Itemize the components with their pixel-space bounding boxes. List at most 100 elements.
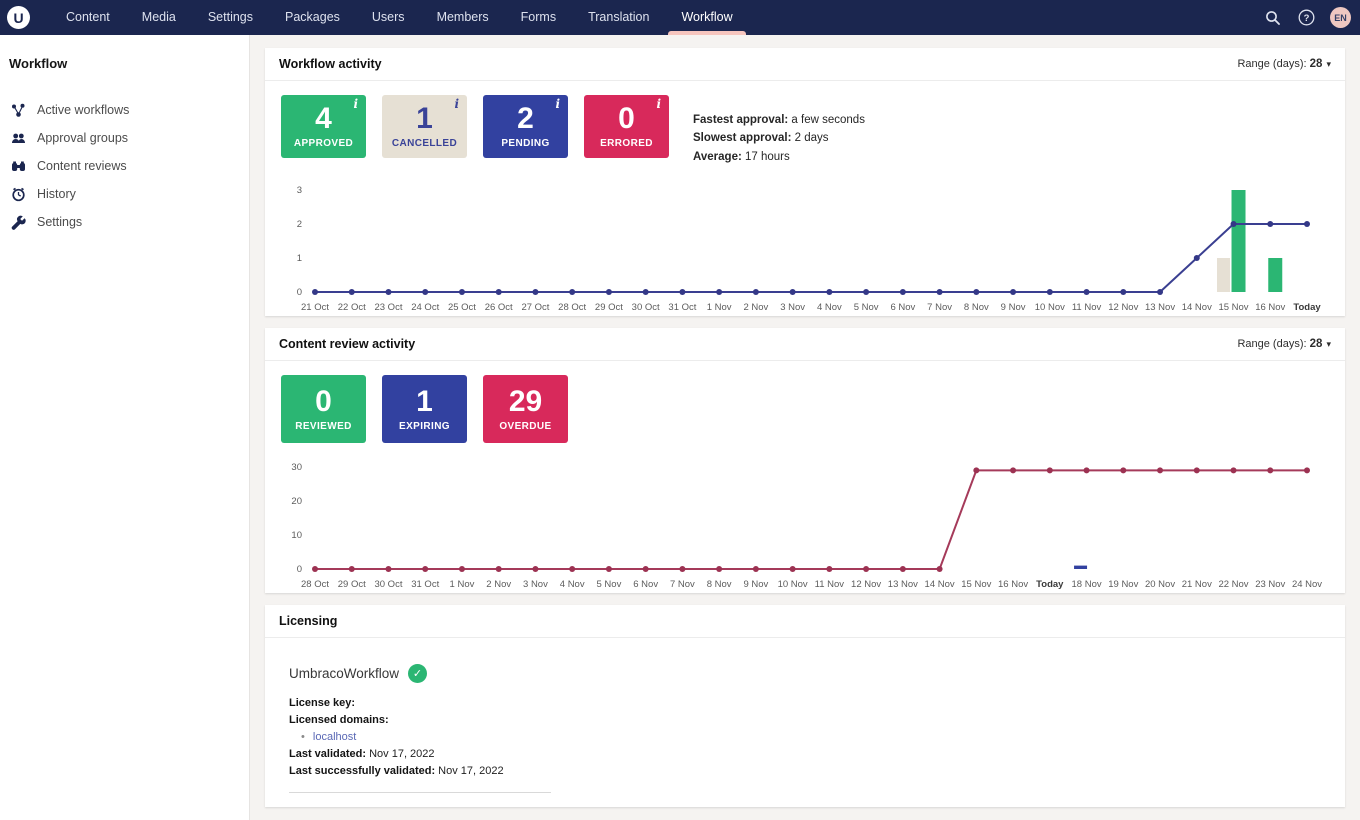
info-icon[interactable]: i (454, 97, 459, 111)
stat-card-cancelled: i 1 CANCELLED (382, 95, 467, 158)
svg-text:28 Oct: 28 Oct (301, 579, 329, 590)
nav-item-users[interactable]: Users (356, 0, 421, 35)
sidebar-items: Active workflows Approval groups Content… (0, 96, 249, 236)
svg-text:26 Oct: 26 Oct (485, 302, 513, 313)
svg-text:5 Nov: 5 Nov (597, 579, 622, 590)
svg-text:3 Nov: 3 Nov (780, 302, 805, 313)
svg-text:13 Nov: 13 Nov (888, 579, 918, 590)
svg-text:30: 30 (291, 462, 302, 473)
svg-text:30 Oct: 30 Oct (632, 302, 660, 313)
nav-item-forms[interactable]: Forms (505, 0, 572, 35)
nav-item-packages[interactable]: Packages (269, 0, 356, 35)
stat-line-fastest: Fastest approval: a few seconds (693, 111, 865, 129)
svg-text:0: 0 (297, 564, 302, 575)
stat-value: 4 (315, 104, 332, 134)
stat-card-overdue: 29 OVERDUE (483, 375, 568, 443)
nav-item-members[interactable]: Members (421, 0, 505, 35)
svg-text:13 Nov: 13 Nov (1145, 302, 1175, 313)
stat-value: 1 (416, 104, 433, 134)
last-validated-line: Last validated: Nov 17, 2022 (289, 748, 1329, 760)
svg-text:21 Nov: 21 Nov (1182, 579, 1212, 590)
svg-text:7 Nov: 7 Nov (927, 302, 952, 313)
svg-text:20: 20 (291, 496, 302, 507)
nav-item-workflow[interactable]: Workflow (665, 0, 748, 35)
umbraco-logo[interactable]: U (7, 6, 30, 29)
range-label: Range (days): (1237, 338, 1306, 350)
info-icon[interactable]: i (353, 97, 358, 111)
svg-text:6 Nov: 6 Nov (633, 579, 658, 590)
sidebar-item-settings[interactable]: Settings (0, 208, 249, 236)
stat-label: ERRORED (600, 138, 653, 149)
nav-items: Content Media Settings Packages Users Me… (50, 0, 749, 35)
sidebar-item-approval-groups[interactable]: Approval groups (0, 124, 249, 152)
info-icon[interactable]: i (656, 97, 661, 111)
top-nav-right: ? EN (1264, 7, 1351, 28)
stat-card-pending: i 2 PENDING (483, 95, 568, 158)
sidebar-item-active-workflows[interactable]: Active workflows (0, 96, 249, 124)
workflow-activity-chart: 012321 Oct22 Oct23 Oct24 Oct25 Oct26 Oct… (265, 182, 1345, 316)
panel-title: Licensing (279, 614, 337, 628)
svg-text:22 Oct: 22 Oct (338, 302, 366, 313)
search-icon[interactable] (1264, 9, 1282, 27)
svg-text:25 Oct: 25 Oct (448, 302, 476, 313)
content-review-header: Content review activity Range (days): 28… (265, 328, 1345, 361)
stat-label: APPROVED (294, 138, 353, 149)
user-avatar[interactable]: EN (1330, 7, 1351, 28)
svg-text:8 Nov: 8 Nov (964, 302, 989, 313)
svg-text:29 Oct: 29 Oct (338, 579, 366, 590)
panel-title: Content review activity (279, 337, 415, 351)
svg-text:1: 1 (297, 253, 302, 264)
svg-text:9 Nov: 9 Nov (743, 579, 768, 590)
divider (289, 792, 551, 793)
svg-text:11 Nov: 11 Nov (1072, 302, 1102, 313)
svg-text:4 Nov: 4 Nov (560, 579, 585, 590)
licensing-body: UmbracoWorkflow ✓ License key: Licensed … (265, 638, 1345, 807)
sidebar-item-history[interactable]: History (0, 180, 249, 208)
sidebar-item-label: History (37, 187, 76, 201)
svg-text:1 Nov: 1 Nov (450, 579, 475, 590)
help-icon[interactable]: ? (1297, 9, 1315, 27)
nav-item-content[interactable]: Content (50, 0, 126, 35)
licensed-domain: localhost (313, 731, 356, 743)
workflow-stat-cards: i 4 APPROVED i 1 CANCELLED i 2 PENDING i… (281, 95, 669, 158)
svg-text:14 Nov: 14 Nov (925, 579, 955, 590)
licensed-domain-item: • localhost (301, 731, 1329, 743)
svg-text:24 Nov: 24 Nov (1292, 579, 1322, 590)
stat-value: 0 (618, 104, 635, 134)
alarm-clock-icon (10, 186, 26, 202)
svg-text:8 Nov: 8 Nov (707, 579, 732, 590)
sidebar-item-label: Active workflows (37, 103, 129, 117)
stat-label: OVERDUE (499, 421, 551, 432)
svg-text:10 Nov: 10 Nov (1035, 302, 1065, 313)
svg-text:28 Oct: 28 Oct (558, 302, 586, 313)
range-days-dropdown[interactable]: Range (days): 28 ▾ (1237, 338, 1331, 350)
svg-text:7 Nov: 7 Nov (670, 579, 695, 590)
content-review-panel: Content review activity Range (days): 28… (265, 328, 1345, 593)
sidebar: Workflow Active workflows Approval group… (0, 35, 250, 820)
product-name: UmbracoWorkflow (289, 666, 399, 681)
approval-stats: Fastest approval: a few seconds Slowest … (693, 95, 865, 166)
svg-text:24 Oct: 24 Oct (411, 302, 439, 313)
svg-text:18 Nov: 18 Nov (1072, 579, 1102, 590)
svg-text:3 Nov: 3 Nov (523, 579, 548, 590)
nav-item-translation[interactable]: Translation (572, 0, 665, 35)
svg-text:10: 10 (291, 530, 302, 541)
svg-text:16 Nov: 16 Nov (1255, 302, 1285, 313)
nodes-icon (10, 102, 26, 118)
svg-text:31 Oct: 31 Oct (668, 302, 696, 313)
svg-text:4 Nov: 4 Nov (817, 302, 842, 313)
range-days-dropdown[interactable]: Range (days): 28 ▾ (1237, 58, 1331, 70)
users-icon (10, 130, 26, 146)
info-icon[interactable]: i (555, 97, 560, 111)
nav-item-media[interactable]: Media (126, 0, 192, 35)
svg-text:5 Nov: 5 Nov (854, 302, 879, 313)
svg-text:27 Oct: 27 Oct (521, 302, 549, 313)
stat-card-reviewed: 0 REVIEWED (281, 375, 366, 443)
stat-value: 2 (517, 104, 534, 134)
panel-title: Workflow activity (279, 57, 382, 71)
nav-item-settings[interactable]: Settings (192, 0, 269, 35)
sidebar-item-content-reviews[interactable]: Content reviews (0, 152, 249, 180)
stat-label: CANCELLED (392, 138, 457, 149)
svg-text:10 Nov: 10 Nov (778, 579, 808, 590)
range-value: 28 (1310, 58, 1323, 70)
